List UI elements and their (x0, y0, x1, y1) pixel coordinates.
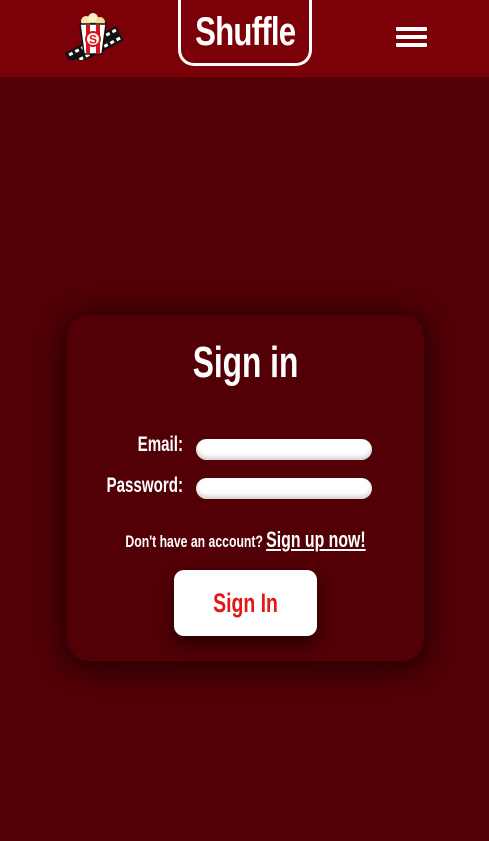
popcorn-film-logo-icon[interactable]: S (60, 12, 124, 68)
signin-button[interactable]: Sign In (174, 570, 317, 636)
email-field[interactable] (196, 439, 372, 460)
password-label: Password: (106, 474, 183, 497)
signup-prompt: Don't have an account? (125, 532, 263, 551)
signin-title: Sign in (192, 338, 299, 387)
menu-bar-bottom (396, 43, 427, 47)
brand-title: Shuffle (195, 10, 296, 54)
signup-row: Don't have an account? Sign up now! (117, 527, 374, 556)
signin-card: Sign in Email: Password: Don't have an a… (67, 315, 424, 661)
logo-letter: S (89, 33, 97, 47)
email-label: Email: (137, 433, 183, 456)
top-navbar: S Shuffle (0, 0, 489, 77)
password-field[interactable] (196, 478, 372, 499)
hamburger-menu-icon[interactable] (392, 20, 430, 52)
signin-button-label: Sign In (213, 588, 278, 618)
menu-bar-middle (396, 35, 427, 39)
menu-bar-top (396, 27, 427, 31)
signup-link[interactable]: Sign up now! (266, 527, 365, 552)
brand-tab[interactable]: Shuffle (178, 0, 312, 66)
